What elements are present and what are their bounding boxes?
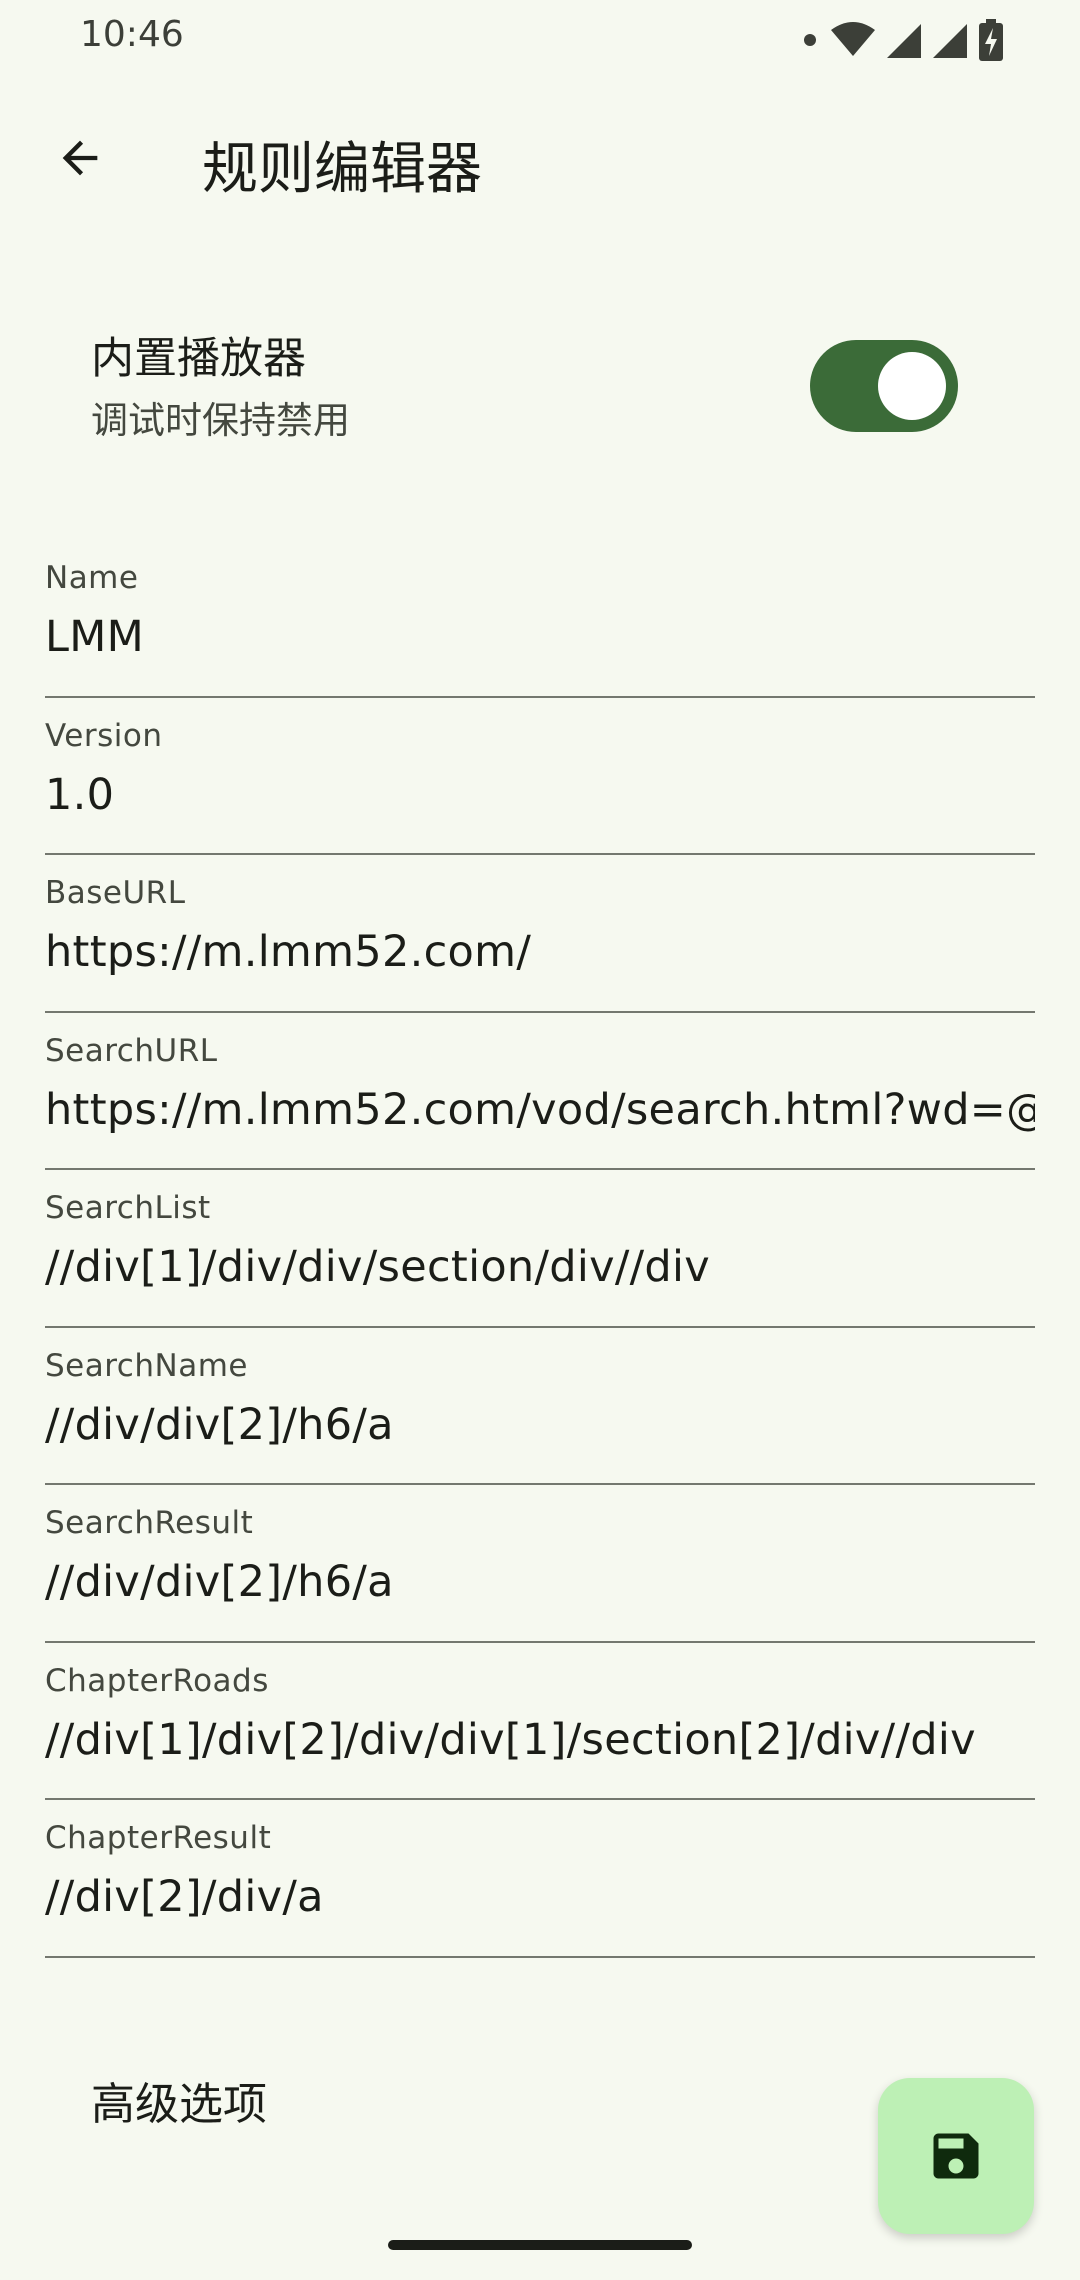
builtin-player-subtitle: 调试时保持禁用 — [91, 399, 350, 442]
field-value[interactable]: //div/div[2]/h6/a — [45, 1400, 1035, 1450]
field-value[interactable]: //div/div[2]/h6/a — [45, 1557, 1035, 1607]
back-button[interactable] — [40, 118, 120, 198]
field-label: SearchName — [45, 1347, 248, 1384]
status-icons — [799, 18, 1005, 62]
signal-icon — [933, 24, 967, 58]
home-indicator[interactable] — [388, 2240, 692, 2250]
field-value[interactable]: //div[1]/div[2]/div/div[1]/section[2]/di… — [45, 1715, 1035, 1765]
name-field[interactable]: Name LMM — [45, 540, 1035, 698]
base-url-field[interactable]: BaseURL https://m.lmm52.com/ — [45, 855, 1035, 1013]
search-url-field[interactable]: SearchURL https://m.lmm52.com/vod/search… — [45, 1013, 1035, 1170]
status-bar: 10:46 — [0, 0, 1080, 80]
field-value[interactable]: LMM — [45, 612, 1035, 662]
signal-icon — [887, 24, 921, 58]
toggle-thumb — [878, 352, 946, 420]
wifi-icon — [831, 22, 875, 56]
chapter-roads-field[interactable]: ChapterRoads //div[1]/div[2]/div/div[1]/… — [45, 1643, 1035, 1800]
field-value[interactable]: https://m.lmm52.com/ — [45, 927, 1035, 977]
field-label: SearchList — [45, 1190, 211, 1226]
field-label: Name — [45, 560, 139, 596]
field-label: ChapterRoads — [45, 1662, 269, 1699]
search-result-field[interactable]: SearchResult //div/div[2]/h6/a — [45, 1485, 1035, 1643]
search-name-field[interactable]: SearchName //div/div[2]/h6/a — [45, 1328, 1035, 1485]
battery-charging-icon — [979, 19, 1003, 61]
rule-fields: Name LMM Version 1.0 BaseURL https://m.l… — [45, 540, 1035, 1958]
field-value[interactable]: //div[1]/div/div/section/div//div — [45, 1242, 1035, 1292]
version-field[interactable]: Version 1.0 — [45, 698, 1035, 855]
page-title: 规则编辑器 — [202, 137, 482, 202]
arrow-back-icon — [62, 140, 98, 176]
field-label: SearchURL — [45, 1032, 218, 1069]
field-value[interactable]: //div[2]/div/a — [45, 1872, 1035, 1922]
status-time: 10:46 — [80, 14, 184, 55]
chapter-result-field[interactable]: ChapterResult //div[2]/div/a — [45, 1800, 1035, 1958]
app-bar: 规则编辑器 — [0, 100, 1080, 230]
field-value[interactable]: https://m.lmm52.com/vod/search.html?wd=@ — [45, 1085, 1035, 1135]
advanced-options[interactable]: 高级选项 — [91, 2068, 267, 2132]
field-label: ChapterResult — [45, 1820, 272, 1856]
builtin-player-title: 内置播放器 — [91, 334, 306, 384]
field-label: Version — [45, 717, 163, 754]
dot-icon — [804, 34, 816, 46]
save-button[interactable] — [878, 2078, 1034, 2234]
save-icon — [933, 2133, 979, 2179]
builtin-player-toggle[interactable] — [810, 340, 958, 432]
builtin-player-setting[interactable]: 内置播放器 调试时保持禁用 — [0, 312, 1080, 462]
field-label: SearchResult — [45, 1505, 254, 1541]
field-value[interactable]: 1.0 — [45, 770, 1035, 820]
search-list-field[interactable]: SearchList //div[1]/div/div/section/div/… — [45, 1170, 1035, 1328]
field-label: BaseURL — [45, 875, 186, 911]
